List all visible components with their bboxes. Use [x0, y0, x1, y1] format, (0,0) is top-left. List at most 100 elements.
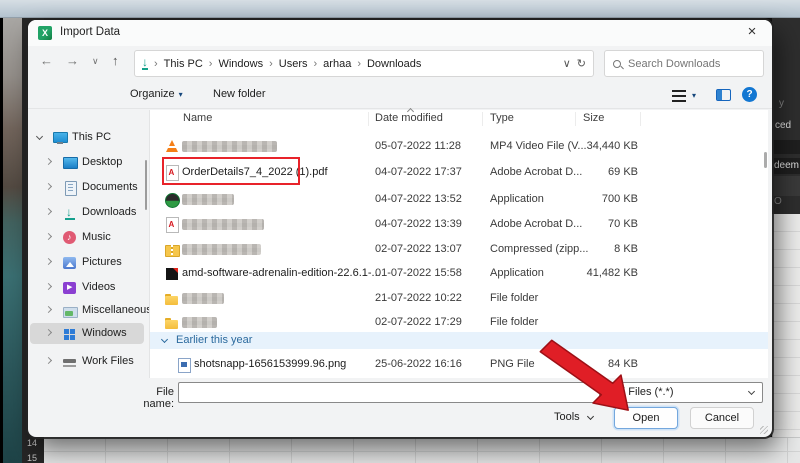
address-bar[interactable]: ↓ This PC Windows Users arhaa Downloads … [134, 50, 594, 77]
chevron-right-icon[interactable] [45, 306, 52, 313]
file-list: Name Date modified Type Size Earlier thi… [150, 110, 768, 378]
file-row[interactable]: 04-07-2022 13:52Application700 KB [150, 189, 768, 211]
resize-grip[interactable] [760, 426, 768, 434]
sidebar-item-this-pc[interactable]: This PC [30, 127, 144, 148]
file-type-chevron-icon [748, 388, 755, 395]
breadcrumb-separator-icon [314, 58, 318, 70]
toolbar-separator [28, 108, 772, 109]
png-file-icon [176, 357, 192, 373]
close-icon[interactable]: × [740, 22, 764, 43]
organize-label: Organize [130, 88, 175, 100]
sidebar-item-downloads[interactable]: Downloads [30, 202, 144, 223]
file-row[interactable]: amd-software-adrenalin-edition-22.6.1-..… [150, 263, 768, 285]
file-name-label: File name: [127, 386, 174, 410]
column-header-size[interactable]: Size [583, 112, 604, 124]
chevron-right-icon[interactable] [45, 329, 52, 336]
sidebar-item-desktop[interactable]: Desktop [30, 152, 144, 173]
music-icon [62, 230, 78, 246]
view-details-icon[interactable] [672, 90, 686, 102]
excel-row-number: 14 [27, 438, 37, 448]
sidebar-item-music[interactable]: Music [30, 227, 144, 248]
chevron-right-icon[interactable] [45, 208, 52, 215]
sidebar-scrollbar[interactable] [145, 160, 147, 210]
breadcrumb-downloads[interactable]: Downloads [367, 58, 421, 70]
file-type-dropdown[interactable]: All Files (*.*) [606, 382, 763, 403]
excel-text-fragment: ced [775, 120, 791, 131]
file-type: File folder [490, 292, 538, 304]
chevron-right-icon[interactable] [45, 183, 52, 190]
file-row[interactable]: 04-07-2022 13:39Adobe Acrobat D...70 KB [150, 214, 768, 236]
excel-grid-right [772, 214, 800, 463]
forward-button[interactable]: → [66, 53, 79, 68]
chevron-right-icon[interactable] [45, 233, 52, 240]
view-options-chevron-icon[interactable]: ▾ [692, 91, 696, 100]
sidebar-item-label: Pictures [82, 256, 122, 268]
thispc-icon [52, 130, 68, 146]
preview-pane-icon[interactable] [716, 89, 731, 101]
chevron-down-icon[interactable] [36, 133, 43, 140]
new-folder-button[interactable]: New folder [213, 88, 266, 100]
column-header-type[interactable]: Type [490, 112, 514, 124]
file-row[interactable]: 05-07-2022 11:28MP4 Video File (V...34,4… [150, 136, 768, 158]
file-name-input[interactable] [178, 382, 600, 403]
file-row[interactable]: 21-07-2022 10:22File folder [150, 288, 768, 310]
sidebar-item-miscellaneous[interactable]: Miscellaneous [30, 300, 144, 321]
file-type: Application [490, 193, 544, 205]
file-row[interactable]: 02-07-2022 13:07Compressed (zipp...8 KB [150, 239, 768, 261]
excel-top-band [0, 0, 800, 18]
breadcrumb-users[interactable]: Users [279, 58, 308, 70]
help-icon[interactable]: ? [742, 87, 757, 102]
file-row[interactable]: shotsnapp-1656153999.96.png25-06-2022 16… [150, 354, 768, 376]
refresh-icon[interactable]: ↻ [577, 57, 586, 70]
file-size: 41,482 KB [548, 267, 638, 279]
amd-file-icon [164, 266, 180, 282]
organize-chevron-icon: ▾ [179, 90, 183, 99]
column-header-name[interactable]: Name [183, 112, 212, 124]
windows-icon [62, 326, 78, 342]
tools-menu[interactable]: Tools [554, 411, 580, 423]
organize-menu[interactable]: Organize ▾ [130, 88, 183, 100]
sidebar-item-documents[interactable]: Documents [30, 177, 144, 198]
redacted-file-name [182, 141, 277, 152]
chevron-right-icon[interactable] [45, 258, 52, 265]
annotation-red-box [162, 157, 300, 185]
cancel-button[interactable]: Cancel [690, 407, 754, 429]
excel-text-fragment: y [779, 98, 784, 109]
column-separator [482, 112, 483, 126]
pictures-icon [62, 255, 78, 271]
up-button[interactable]: ↑ [112, 53, 119, 68]
navigation-pane: This PC Desktop Documents Downloads Music Pic… [28, 110, 149, 378]
folder-file-icon [164, 291, 180, 307]
sidebar-item-pictures[interactable]: Pictures [30, 252, 144, 273]
screenshot-root: 14 15 y ced deem r O X Import Data × ← →… [0, 0, 800, 463]
back-button[interactable]: ← [40, 53, 53, 68]
file-type-value: All Files (*.*) [613, 386, 674, 398]
sidebar-item-windows[interactable]: Windows [30, 323, 144, 344]
open-button[interactable]: Open [614, 407, 678, 429]
sidebar-item-videos[interactable]: Videos [30, 277, 144, 298]
search-box[interactable]: Search Downloads [604, 50, 764, 77]
sidebar-item-label: Work Files [82, 355, 134, 367]
redacted-file-name [182, 293, 224, 304]
search-icon [613, 60, 621, 68]
chevron-right-icon[interactable] [45, 158, 52, 165]
chevron-right-icon[interactable] [45, 283, 52, 290]
import-data-dialog: X Import Data × ← → ∨ ↑ ↓ This PC Window… [28, 20, 772, 437]
file-name: amd-software-adrenalin-edition-22.6.1-..… [182, 267, 381, 279]
tools-chevron-icon[interactable] [587, 413, 594, 420]
excel-row-number: 15 [27, 453, 37, 463]
chevron-right-icon[interactable] [45, 357, 52, 364]
breadcrumb-this-pc[interactable]: This PC [164, 58, 203, 70]
sidebar-item-work-files[interactable]: Work Files [30, 351, 144, 372]
group-header-earlier-this-year[interactable]: Earlier this year [150, 332, 768, 349]
file-row[interactable]: 02-07-2022 17:29File folder [150, 312, 768, 334]
sidebar-item-label: This PC [72, 131, 111, 143]
excel-dark-bar [772, 176, 800, 196]
breadcrumb-arhaa[interactable]: arhaa [323, 58, 351, 70]
address-dropdown-chevron-icon[interactable]: ∨ [563, 57, 571, 70]
recent-locations-chevron-icon[interactable]: ∨ [92, 56, 99, 67]
file-size: 84 KB [548, 358, 638, 370]
desktop-icon [62, 155, 78, 171]
breadcrumb-windows[interactable]: Windows [218, 58, 263, 70]
file-size: 34,440 KB [548, 140, 638, 152]
